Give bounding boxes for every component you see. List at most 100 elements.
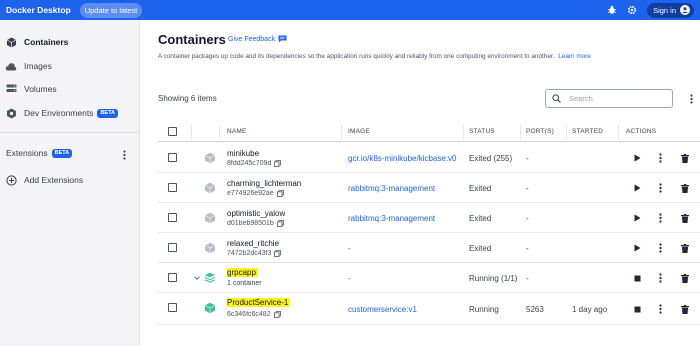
container-id: 7472b2dc43f3: [227, 250, 282, 257]
sidebar-item-label: Dev Environments: [24, 108, 94, 118]
select-all-checkbox[interactable]: [168, 127, 177, 136]
sidebar-divider: [0, 132, 139, 133]
image-link[interactable]: rabbitmq:3-management: [348, 214, 435, 223]
description-text: A container packages up code and its dep…: [158, 53, 555, 60]
row-more-icon[interactable]: [654, 303, 666, 315]
more-options-icon[interactable]: [686, 92, 696, 106]
copy-icon[interactable]: [274, 250, 282, 257]
row-checkbox[interactable]: [168, 153, 177, 162]
settings-gear-icon[interactable]: [625, 3, 639, 17]
row-checkbox[interactable]: [168, 213, 177, 222]
image-text: -: [348, 274, 351, 283]
chevron-down-icon[interactable]: [193, 274, 201, 282]
column-header-started[interactable]: STARTED: [572, 128, 603, 135]
container-id-text: 6c346fc6c482: [227, 311, 271, 318]
container-count: 1 container: [227, 280, 262, 287]
page-title: Containers: [158, 32, 226, 47]
container-name[interactable]: optimistic_yalow: [227, 209, 285, 218]
container-name[interactable]: minikube: [227, 149, 259, 158]
row-more-icon[interactable]: [654, 272, 666, 284]
column-header-image[interactable]: IMAGE: [348, 128, 370, 135]
table-row[interactable]: minikube 8fdd245c709d gcr.io/k8s-minikub…: [158, 143, 700, 173]
copy-icon[interactable]: [276, 220, 284, 227]
container-name[interactable]: grpcapp: [227, 268, 258, 277]
containers-icon: [5, 36, 17, 48]
delete-icon[interactable]: [679, 272, 691, 284]
start-icon[interactable]: [631, 212, 643, 224]
row-more-icon[interactable]: [654, 182, 666, 194]
table-row[interactable]: ProductService-1 6c346fc6c482 customerse…: [158, 293, 700, 325]
update-button[interactable]: Update to latest: [79, 2, 143, 18]
image-link[interactable]: gcr.io/k8s-minikube/kicbase:v0: [348, 154, 457, 163]
beta-badge: BETA: [97, 108, 119, 118]
sidebar-item-images[interactable]: Images: [5, 58, 52, 74]
column-separator: [566, 125, 567, 139]
start-icon[interactable]: [631, 152, 643, 164]
group-name-text: grpcapp: [227, 268, 258, 277]
container-cube-icon: [204, 302, 216, 314]
feedback-icon: [278, 35, 287, 43]
container-id: e774926e92ae: [227, 190, 284, 197]
table-row[interactable]: optimistic_yalow d01beb98501b rabbitmq:3…: [158, 203, 700, 233]
container-name[interactable]: charming_lichterman: [227, 179, 301, 188]
column-header-actions: ACTIONS: [626, 128, 657, 135]
ports-text: -: [526, 244, 529, 253]
container-id-text: d01beb98501b: [227, 220, 274, 227]
learn-more-link[interactable]: Learn more: [558, 53, 591, 60]
sign-in-button[interactable]: Sign in: [647, 2, 694, 18]
add-extensions-button[interactable]: Add Extensions: [5, 174, 83, 186]
copy-icon[interactable]: [274, 160, 282, 167]
sidebar-item-label: Containers: [24, 37, 69, 47]
row-more-icon[interactable]: [654, 152, 666, 164]
ports-text: -: [526, 274, 529, 283]
sidebar-item-dev-environments[interactable]: Dev Environments BETA: [5, 105, 119, 121]
stop-icon[interactable]: [631, 272, 643, 284]
container-cube-icon: [204, 242, 216, 254]
status-text: Exited: [469, 214, 492, 223]
row-checkbox[interactable]: [168, 183, 177, 192]
delete-icon[interactable]: [679, 152, 691, 164]
container-name-text: ProductService-1: [227, 298, 291, 307]
stop-icon[interactable]: [631, 303, 643, 315]
image-link[interactable]: rabbitmq:3-management: [348, 184, 435, 193]
add-extensions-label: Add Extensions: [24, 175, 84, 185]
extensions-more-icon[interactable]: [119, 149, 129, 161]
table-row[interactable]: charming_lichterman e774926e92ae rabbitm…: [158, 173, 700, 203]
row-checkbox[interactable]: [168, 243, 177, 252]
table-row[interactable]: grpcapp 1 container - Running (1/1) -: [158, 263, 700, 293]
page-description: A container packages up code and its dep…: [158, 53, 591, 60]
delete-icon[interactable]: [679, 212, 691, 224]
sidebar-item-containers[interactable]: Containers: [5, 34, 68, 50]
beta-badge: BETA: [51, 148, 73, 158]
account-avatar-icon: [680, 5, 690, 15]
row-more-icon[interactable]: [654, 242, 666, 254]
give-feedback-link[interactable]: Give Feedback: [228, 35, 287, 43]
search-box[interactable]: [545, 89, 673, 108]
status-text: Exited: [469, 184, 492, 193]
container-name[interactable]: relaxed_ritchie: [227, 239, 279, 248]
start-icon[interactable]: [631, 182, 643, 194]
sidebar-item-volumes[interactable]: Volumes: [5, 81, 57, 97]
container-id-text: 7472b2dc43f3: [227, 250, 272, 257]
column-header-ports[interactable]: PORT(S): [526, 128, 554, 135]
row-checkbox[interactable]: [168, 273, 177, 282]
copy-icon[interactable]: [273, 311, 281, 318]
start-icon[interactable]: [631, 242, 643, 254]
container-cube-icon: [204, 152, 216, 164]
bug-icon[interactable]: [605, 3, 619, 17]
container-name[interactable]: ProductService-1: [227, 298, 291, 307]
delete-icon[interactable]: [679, 303, 691, 315]
search-input[interactable]: [569, 94, 664, 103]
row-checkbox[interactable]: [168, 303, 177, 312]
image-link[interactable]: customerservice:v1: [348, 305, 417, 314]
container-cube-icon: [204, 212, 216, 224]
status-text: Exited (255): [469, 154, 513, 163]
column-header-name[interactable]: NAME: [227, 128, 247, 135]
row-more-icon[interactable]: [654, 212, 666, 224]
delete-icon[interactable]: [679, 182, 691, 194]
column-separator: [341, 125, 342, 139]
delete-icon[interactable]: [679, 242, 691, 254]
table-row[interactable]: relaxed_ritchie 7472b2dc43f3 - Exited -: [158, 233, 700, 263]
copy-icon[interactable]: [276, 190, 284, 197]
column-header-status[interactable]: STATUS: [469, 128, 495, 135]
